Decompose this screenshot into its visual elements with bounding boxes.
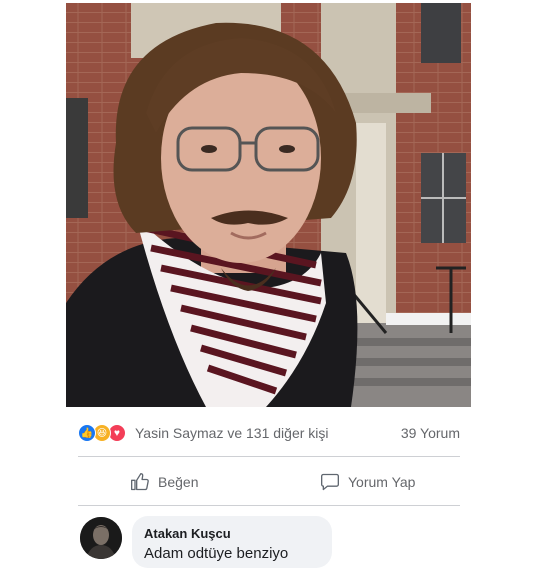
comment-button-label: Yorum Yap — [348, 474, 416, 490]
comment-author[interactable]: Atakan Kuşcu — [144, 526, 231, 541]
avatar-image — [80, 517, 122, 559]
comment-icon — [321, 473, 339, 491]
reactions-row[interactable]: 👍 😆 ♥ Yasin Saymaz ve 131 diğer kişi 39 … — [78, 422, 460, 444]
like-button-label: Beğen — [158, 474, 199, 490]
avatar[interactable] — [80, 517, 122, 559]
like-icon: 👍 — [78, 424, 96, 442]
comment-text: Adam odtüye benziyo — [144, 545, 289, 562]
comments-count[interactable]: 39 Yorum — [401, 425, 460, 441]
thumbs-up-icon — [131, 473, 149, 491]
photo-image — [66, 3, 471, 407]
reaction-summary[interactable]: Yasin Saymaz ve 131 diğer kişi — [135, 425, 329, 441]
comment-bubble[interactable]: Atakan Kuşcu Adam odtüye benziyo — [132, 516, 332, 568]
like-button[interactable]: Beğen — [130, 467, 198, 497]
reaction-icons: 👍 😆 ♥ — [78, 424, 126, 442]
divider — [78, 505, 460, 506]
divider — [78, 456, 460, 457]
post-photo[interactable] — [66, 3, 471, 407]
comment-button[interactable]: Yorum Yap — [320, 467, 415, 497]
